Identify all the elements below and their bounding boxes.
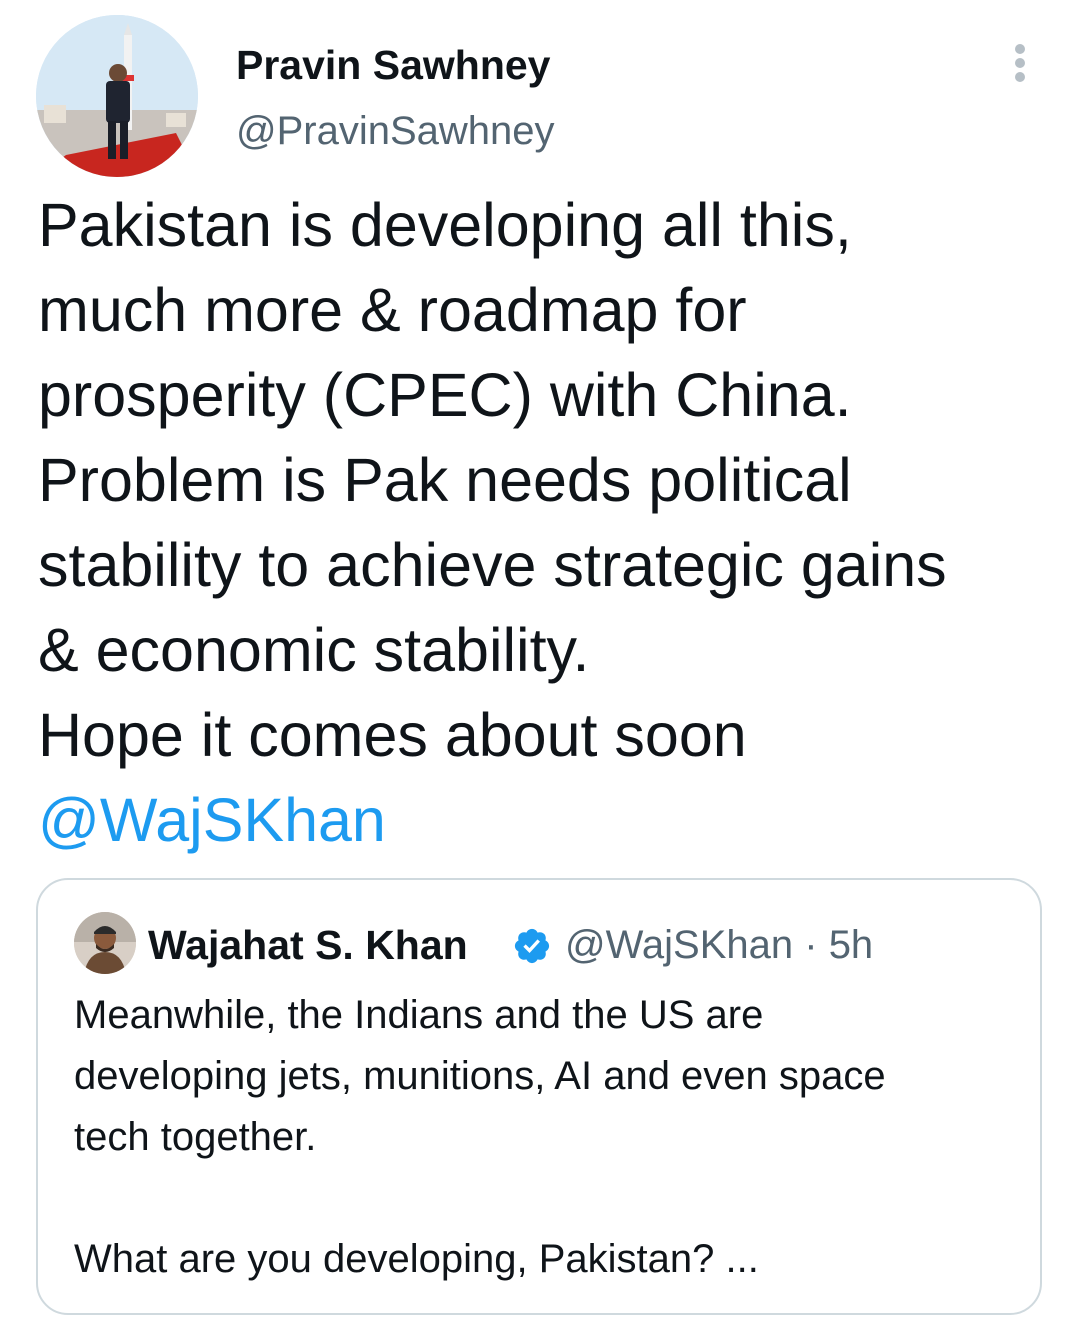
quoted-author-avatar: [74, 912, 136, 974]
tweet-line: much more & roadmap for: [38, 276, 747, 344]
more-dot: [1015, 58, 1025, 68]
tweet-line: stability to achieve strategic gains: [38, 531, 947, 599]
quoted-timestamp[interactable]: 5h: [829, 923, 874, 967]
author-name[interactable]: Pravin Sawhney: [236, 40, 550, 90]
tweet-line: Hope it comes about soon: [38, 701, 747, 769]
quoted-line: developing jets, munitions, AI and even …: [74, 1054, 886, 1098]
quoted-line: [74, 1168, 1024, 1229]
tweet-line: Pakistan is developing all this,: [38, 191, 852, 259]
author-handle[interactable]: @PravinSawhney: [236, 106, 555, 156]
more-dot: [1015, 44, 1025, 54]
meta-separator: ·: [804, 923, 818, 967]
author-avatar[interactable]: [36, 15, 198, 177]
quoted-author-name[interactable]: Wajahat S. Khan: [148, 920, 468, 970]
tweet-line: Problem is Pak needs political: [38, 446, 852, 514]
quoted-meta: @WajSKhan · 5h: [565, 920, 873, 970]
tweet-line: & economic stability.: [38, 616, 590, 684]
more-dot: [1015, 72, 1025, 82]
quoted-line: Meanwhile, the Indians and the US are: [74, 993, 764, 1037]
quoted-line: tech together.: [74, 1115, 317, 1159]
quoted-tweet-card[interactable]: Wajahat S. Khan @WajSKhan · 5h Meanwhile…: [36, 878, 1042, 1315]
more-options-icon[interactable]: [1002, 40, 1038, 86]
quoted-tweet-text: Meanwhile, the Indians and the US are de…: [74, 985, 1024, 1290]
verified-badge-icon: [514, 928, 550, 964]
tweet-text: Pakistan is developing all this, much mo…: [38, 183, 1058, 863]
quoted-author-handle[interactable]: @WajSKhan: [565, 923, 793, 967]
quoted-line: What are you developing, Pakistan? ...: [74, 1237, 759, 1281]
tweet-line: prosperity (CPEC) with China.: [38, 361, 852, 429]
mention-link[interactable]: @WajSKhan: [38, 778, 1058, 863]
